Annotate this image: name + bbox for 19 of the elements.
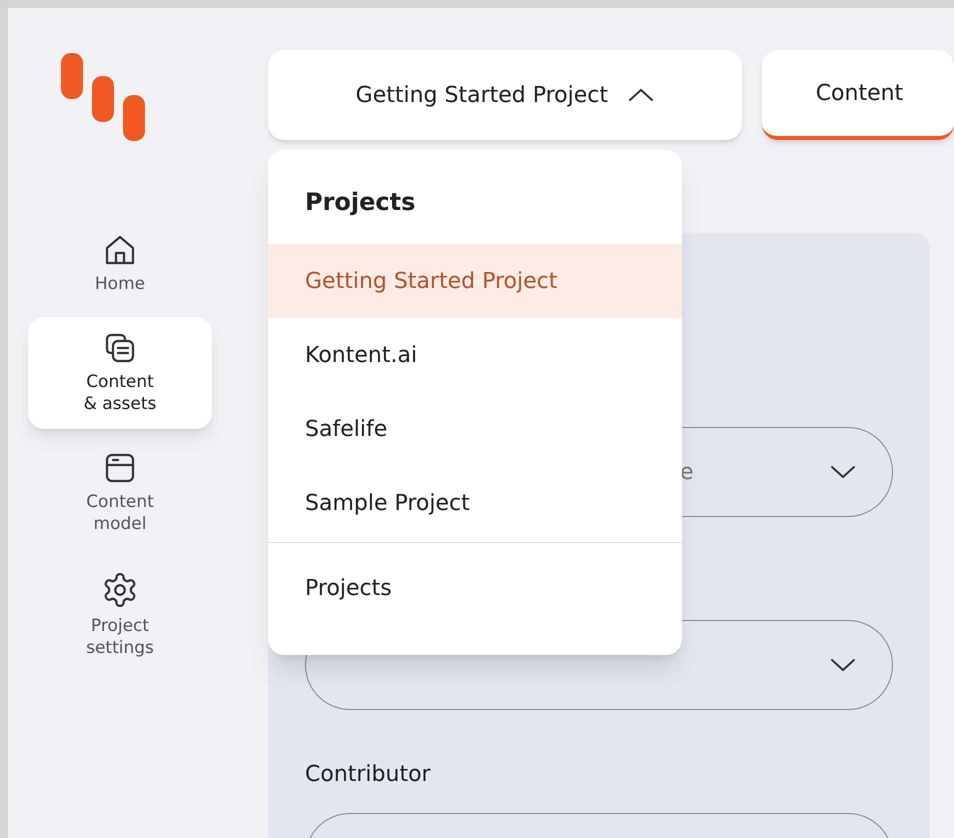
home-icon <box>103 233 137 267</box>
field-label: Contributor <box>305 761 432 789</box>
menu-item[interactable]: Kontent.ai <box>268 318 682 392</box>
project-switcher[interactable]: Getting Started Project <box>268 50 742 140</box>
menu-item[interactable]: Getting Started Project <box>268 244 682 318</box>
chevron-down-icon <box>830 465 856 479</box>
menu-title: Projects <box>304 187 416 218</box>
sidebar-item[interactable]: Content model <box>28 437 212 549</box>
sidebar-item[interactable]: Project settings <box>28 557 212 673</box>
menu-item[interactable]: Projects <box>268 543 682 633</box>
menu-item[interactable]: Sample Project <box>268 466 682 540</box>
sidebar-item[interactable]: Content & assets <box>28 317 212 429</box>
chevron-down-icon <box>830 658 856 672</box>
window-icon <box>103 451 137 485</box>
stacked-documents-icon <box>103 331 137 365</box>
chevron-up-icon <box>628 88 654 102</box>
tab[interactable]: Content <box>762 50 954 140</box>
menu-item[interactable]: Safelife <box>268 392 682 466</box>
sidebar-item[interactable]: Home <box>28 219 212 309</box>
